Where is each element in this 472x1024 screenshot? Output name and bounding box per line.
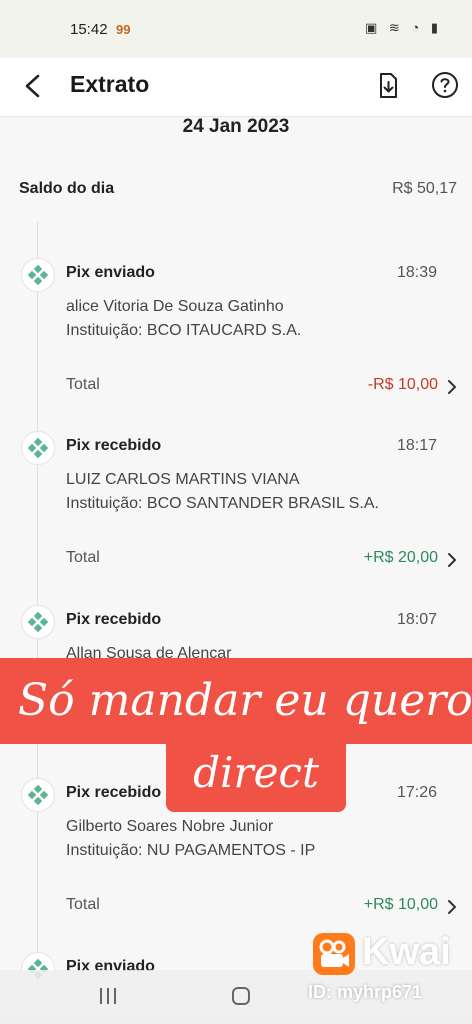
transaction-type: Pix recebido	[66, 437, 162, 454]
saldo-value: R$ 50,17	[392, 180, 457, 197]
transaction-item[interactable]: Pix enviado 18:39 alice Vitoria De Souza…	[0, 256, 472, 426]
chevron-right-icon[interactable]	[445, 379, 459, 395]
status-time: 15:42	[70, 21, 108, 38]
download-icon[interactable]	[372, 70, 404, 102]
transaction-institution: Instituição: NU PAGAMENTOS - IP	[66, 842, 316, 859]
pix-icon	[21, 431, 55, 465]
notification-icons: 99	[116, 22, 131, 37]
total-label: Total	[66, 896, 100, 913]
pix-icon	[21, 258, 55, 292]
transaction-institution: Instituição: BCO ITAUCARD S.A.	[66, 322, 302, 339]
transaction-type: Pix recebido	[66, 784, 162, 801]
pix-icon	[21, 605, 55, 639]
transaction-time: 18:39	[396, 264, 437, 281]
total-value: +R$ 10,00	[363, 896, 438, 913]
caption-overlay-line1: Só mandar eu quero n	[0, 658, 472, 744]
recents-icon[interactable]	[98, 987, 118, 1005]
status-indicators: ▣ ≋ ◔ ▮	[364, 20, 442, 35]
chevron-right-icon[interactable]	[445, 899, 459, 915]
app-bar: Extrato	[0, 58, 472, 117]
help-icon[interactable]	[430, 70, 460, 100]
transaction-time: 18:07	[396, 611, 437, 628]
chevron-right-icon[interactable]	[445, 552, 459, 568]
status-bar: 15:42 99 ▣ ≋ ◔ ▮	[0, 0, 472, 58]
kwai-user-id: ID: myhrp671	[308, 982, 423, 1002]
transaction-type: Pix recebido	[66, 611, 162, 628]
transaction-time: 17:26	[396, 784, 437, 801]
total-value: +R$ 20,00	[363, 549, 438, 566]
kwai-brand: Kwai	[362, 931, 451, 973]
total-label: Total	[66, 376, 100, 393]
page-title: Extrato	[70, 71, 150, 97]
saldo-label: Saldo do dia	[19, 180, 115, 197]
home-icon[interactable]	[231, 986, 251, 1006]
total-label: Total	[66, 549, 100, 566]
arrow-left-icon[interactable]	[18, 70, 50, 102]
kwai-logo-icon	[313, 933, 355, 975]
transaction-type: Pix enviado	[66, 264, 155, 281]
date-header: 24 Jan 2023	[182, 116, 290, 137]
transaction-item[interactable]: Pix recebido 18:17 LUIZ CARLOS MARTINS V…	[0, 429, 472, 599]
transaction-institution: Instituição: BCO SANTANDER BRASIL S.A.	[66, 495, 379, 512]
pix-icon	[21, 778, 55, 812]
transaction-name: LUIZ CARLOS MARTINS VIANA	[66, 471, 300, 488]
caption-overlay-line2: direct	[166, 740, 346, 812]
transaction-name: Gilberto Soares Nobre Junior	[66, 818, 274, 835]
transaction-name: alice Vitoria De Souza Gatinho	[66, 298, 284, 315]
transaction-time: 18:17	[396, 437, 437, 454]
total-value: -R$ 10,00	[367, 376, 438, 393]
